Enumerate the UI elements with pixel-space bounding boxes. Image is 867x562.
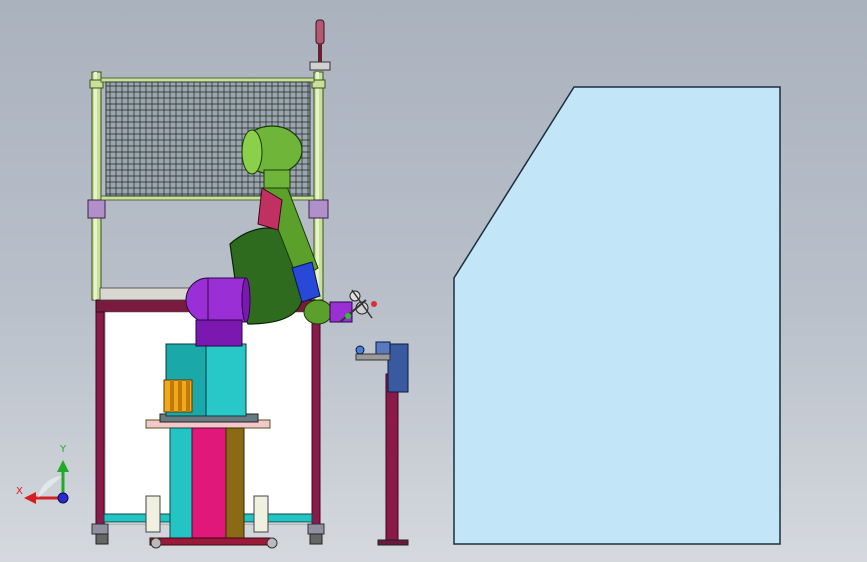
safety-glass-panel[interactable] bbox=[453, 86, 781, 545]
robot-base[interactable] bbox=[159, 343, 259, 423]
part-stand[interactable] bbox=[355, 341, 409, 546]
cad-viewport[interactable]: X Y bbox=[0, 0, 867, 562]
triad-x-label: X bbox=[16, 486, 23, 497]
cad-model-scene[interactable] bbox=[0, 0, 867, 562]
axis-triad bbox=[24, 460, 69, 504]
gripper-tool[interactable] bbox=[329, 289, 377, 323]
signal-mast[interactable] bbox=[309, 19, 331, 71]
triad-y-label: Y bbox=[60, 444, 67, 455]
